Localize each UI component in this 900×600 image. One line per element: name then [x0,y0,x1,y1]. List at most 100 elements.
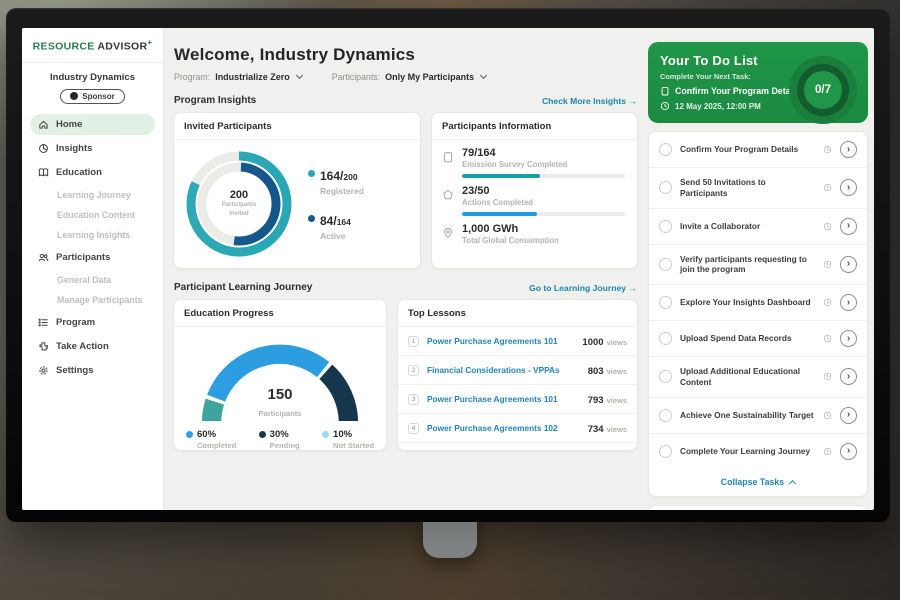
task-checkbox[interactable] [659,258,672,271]
task-open-button[interactable]: › [840,256,857,273]
program-label: Program: [174,72,210,82]
sidebar-item-insights[interactable]: Insights [30,138,155,159]
sidebar-item-general-data[interactable]: General Data [30,271,155,289]
sidebar-item-learning-insights[interactable]: Learning Insights [30,226,155,244]
card-title: Education Progress [174,300,386,327]
lesson-rank: 2 [408,365,419,376]
legend-pending: 30% Pending [259,429,300,450]
sidebar-item-education[interactable]: Education [30,162,155,183]
stat-label: Actions Completed [462,198,625,207]
clock-icon [660,101,670,111]
clock-icon [823,298,832,307]
clock-icon [823,222,832,231]
arrow-right-icon: → [628,96,637,106]
legend-dot-navy [308,215,315,222]
users-icon [38,252,49,263]
stat-label: Total Global Consumption [462,236,625,245]
clock-icon [823,145,832,154]
sidebar-item-label: Participants [56,252,110,263]
todo-due-date: 12 May 2025, 12:00 PM [675,102,761,111]
page-title: Welcome, Industry Dynamics [174,45,638,65]
sidebar-nav: Home Insights Education Learning Journey… [22,114,163,381]
sidebar-item-settings[interactable]: Settings [30,360,155,381]
clock-icon [823,183,832,192]
sidebar-item-manage-participants[interactable]: Manage Participants [30,291,155,309]
lesson-row: 1 Power Purchase Agreements 101 1000view… [398,327,637,356]
task-checkbox[interactable] [659,332,672,345]
stat-actions-completed: 23/50 Actions Completed [432,178,637,216]
task-open-button[interactable]: › [840,218,857,235]
sidebar: RESOURCE ADVISOR+ Industry Dynamics Spon… [22,28,164,510]
task-open-button[interactable]: › [840,330,857,347]
main-content: Welcome, Industry Dynamics Program: Indu… [164,28,648,510]
task-checkbox[interactable] [659,409,672,422]
sidebar-item-education-content[interactable]: Education Content [30,206,155,224]
task-checkbox[interactable] [659,143,672,156]
task-checkbox[interactable] [659,445,672,458]
invited-donut-chart: 200 Participants Invited [180,145,298,263]
recent-news-title: Recent News [649,506,867,510]
sidebar-item-participants[interactable]: Participants [30,247,155,268]
task-row: Invite a Collaborator › [649,209,867,245]
task-checkbox[interactable] [659,220,672,233]
clock-icon [823,334,832,343]
task-open-button[interactable]: › [840,141,857,158]
filters-row: Program: Industrialize Zero Participants… [174,72,638,82]
lesson-row: 4 Power Purchase Agreements 102 734views [398,414,637,443]
task-checkbox[interactable] [659,296,672,309]
program-dropdown[interactable]: Program: Industrialize Zero [174,72,302,82]
lesson-link[interactable]: Power Purchase Agreements 102 [427,423,588,433]
task-open-button[interactable]: › [840,368,857,385]
logo-advisor: ADVISOR [97,41,147,53]
collapse-tasks-link[interactable]: Collapse Tasks [649,469,867,496]
task-checkbox[interactable] [659,370,672,383]
clipboard-icon [660,86,670,96]
education-gauge-chart: 150 Participants [192,335,368,421]
monitor-bezel: RESOURCE ADVISOR+ Industry Dynamics Spon… [6,8,890,522]
task-open-button[interactable]: › [840,294,857,311]
participants-dropdown[interactable]: Participants: Only My Participants [332,72,486,82]
task-row: Upload Spend Data Records › [649,321,867,357]
logo-plus: + [147,38,152,47]
insights-icon [38,143,49,154]
dashboard-screen: RESOURCE ADVISOR+ Industry Dynamics Spon… [22,28,874,510]
sponsor-badge-label: Sponsor [82,92,114,101]
progress-bar [462,212,625,216]
task-open-button[interactable]: › [840,407,857,424]
sidebar-item-label: Settings [56,365,93,376]
sidebar-item-take-action[interactable]: Take Action [30,336,155,357]
clock-icon [823,260,832,269]
legend-not-started: 10% Not Started [322,429,374,450]
todo-progress-ring: 0/7 [789,56,857,124]
lesson-rank: 1 [408,336,419,347]
card-title: Invited Participants [174,113,420,140]
home-icon [38,119,49,130]
task-open-button[interactable]: › [840,443,857,460]
sponsor-icon [70,92,78,100]
task-label: Achieve One Sustainability Target [680,410,815,421]
task-open-button[interactable]: › [840,179,857,196]
lesson-link[interactable]: Power Purchase Agreements 101 [427,394,588,404]
legend-dot-teal [308,170,315,177]
sidebar-item-label: Home [56,119,82,130]
sidebar-item-program[interactable]: Program [30,312,155,333]
section-title-program-insights: Program Insights [174,95,256,106]
donut-center-label: Invited [229,210,248,219]
chevron-down-icon [296,72,303,79]
legend-dot-light-blue [322,431,329,438]
legend-dot-blue [186,431,193,438]
sidebar-item-learning-journey[interactable]: Learning Journey [30,186,155,204]
todo-tasks-card: Confirm Your Program Details › Send 50 I… [648,131,868,497]
check-more-insights-link[interactable]: Check More Insights → [542,96,637,106]
todo-summary-card: Your To Do List Complete Your Next Task:… [648,42,868,123]
task-row: Upload Additional Educational Content › [649,357,867,398]
lesson-link[interactable]: Power Purchase Agreements 101 [427,336,582,346]
task-checkbox[interactable] [659,181,672,194]
actions-icon [442,189,454,201]
sidebar-item-home[interactable]: Home [30,114,155,135]
lesson-link[interactable]: Financial Considerations - VPPAs [427,365,588,375]
lesson-row: 2 Financial Considerations - VPPAs 803vi… [398,356,637,385]
legend-completed: 60% Completed [186,429,236,450]
invited-participants-card: Invited Participants 200 Participants [173,112,421,269]
go-to-learning-journey-link[interactable]: Go to Learning Journey → [529,283,637,293]
